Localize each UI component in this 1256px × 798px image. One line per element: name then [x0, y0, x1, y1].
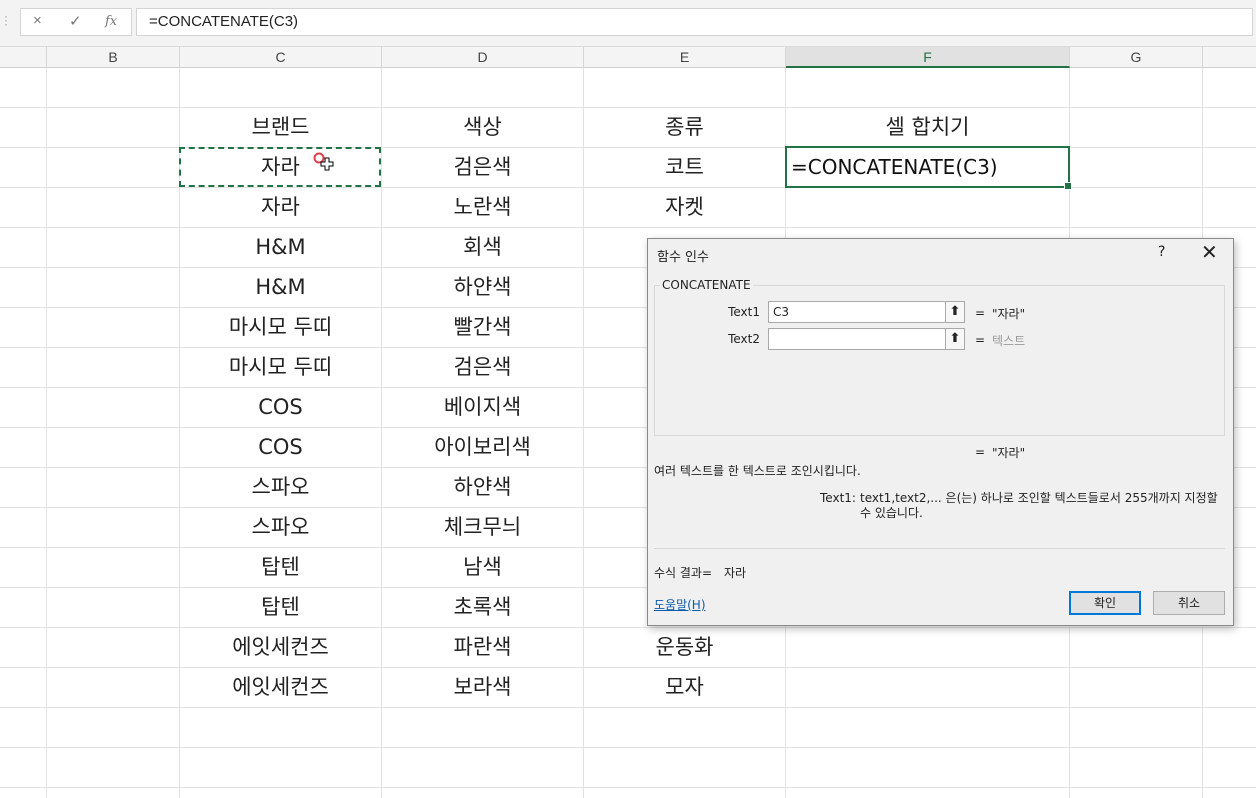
arg-help-label: Text1: — [820, 491, 856, 505]
cell-e-row-16[interactable]: 모자 — [584, 667, 785, 707]
overall-equals: = — [975, 445, 986, 459]
cell-e-row-2[interactable]: 종류 — [584, 107, 785, 147]
cell-c-row-13[interactable]: 탑텐 — [180, 547, 381, 587]
cell-c-row-7[interactable]: 마시모 두띠 — [180, 307, 381, 347]
cell-f-row-2[interactable]: 셀 합치기 — [786, 107, 1069, 147]
cell-d-row-4[interactable]: 노란색 — [382, 187, 583, 227]
function-arguments-dialog: 함수 인수 ? ✕ CONCATENATE Text1 C3 ⬆ = "자라" … — [647, 238, 1234, 626]
cell-d-row-16[interactable]: 보라색 — [382, 667, 583, 707]
text1-result: "자라" — [992, 307, 1026, 321]
cell-d-row-14[interactable]: 초록색 — [382, 587, 583, 627]
cell-c-row-16[interactable]: 에잇세컨즈 — [180, 667, 381, 707]
cursor-icon — [313, 152, 334, 171]
help-icon[interactable]: ? — [1158, 244, 1165, 260]
arg-help-text: text1,text2,... 은(는) 하나로 조인할 텍스트들로서 255개… — [860, 491, 1218, 520]
row-gridline — [0, 707, 1256, 708]
text1-input[interactable]: C3 — [768, 301, 964, 323]
fill-handle[interactable] — [1064, 182, 1072, 190]
cell-c-row-6[interactable]: H&M — [180, 267, 381, 307]
text2-result: 텍스트 — [992, 334, 1026, 348]
fx-icon[interactable]: fx — [105, 14, 117, 29]
cancel-icon[interactable]: × — [33, 12, 42, 29]
cell-c-row-5[interactable]: H&M — [180, 227, 381, 267]
cell-d-row-2[interactable]: 색상 — [382, 107, 583, 147]
close-icon[interactable]: ✕ — [1201, 240, 1218, 264]
cell-c-row-14[interactable]: 탑텐 — [180, 587, 381, 627]
cell-e-row-4[interactable]: 자켓 — [584, 187, 785, 227]
column-header-f[interactable]: F — [786, 47, 1070, 68]
cell-c-row-8[interactable]: 마시모 두띠 — [180, 347, 381, 387]
cell-d-row-3[interactable]: 검은색 — [382, 147, 583, 187]
divider — [654, 548, 1225, 549]
cell-d-row-6[interactable]: 하얀색 — [382, 267, 583, 307]
column-gridline — [46, 68, 47, 798]
function-description: 여러 텍스트를 한 텍스트로 조인시킵니다. — [654, 464, 861, 478]
column-header-c[interactable]: C — [180, 47, 382, 68]
cell-d-row-13[interactable]: 남색 — [382, 547, 583, 587]
active-cell-text: =CONCATENATE(C3) — [791, 155, 998, 179]
cell-d-row-9[interactable]: 베이지색 — [382, 387, 583, 427]
cell-c-row-4[interactable]: 자라 — [180, 187, 381, 227]
cell-c-row-12[interactable]: 스파오 — [180, 507, 381, 547]
grip-handle[interactable]: · · · — [4, 10, 8, 30]
cell-d-row-15[interactable]: 파란색 — [382, 627, 583, 667]
formula-result-label: 수식 결과= — [654, 566, 713, 580]
cell-c-row-10[interactable]: COS — [180, 427, 381, 467]
cell-c-row-2[interactable]: 브랜드 — [180, 107, 381, 147]
text2-equals: = — [975, 333, 986, 347]
cell-f-row-4[interactable] — [786, 187, 1069, 227]
function-name-label: CONCATENATE — [660, 278, 753, 292]
cancel-button[interactable]: 취소 — [1153, 591, 1225, 615]
text1-equals: = — [975, 306, 986, 320]
column-header-b[interactable]: B — [47, 47, 180, 68]
cell-f-row-15[interactable] — [786, 627, 1069, 667]
row-gridline — [0, 747, 1256, 748]
text2-input[interactable] — [768, 328, 964, 350]
formula-input[interactable]: =CONCATENATE(C3) — [136, 8, 1253, 36]
cell-d-row-8[interactable]: 검은색 — [382, 347, 583, 387]
cell-c-row-15[interactable]: 에잇세컨즈 — [180, 627, 381, 667]
formula-result-value: 자라 — [724, 566, 747, 580]
formula-bar: · · · × ✓ fx =CONCATENATE(C3) — [0, 0, 1256, 46]
active-cell-f3[interactable]: =CONCATENATE(C3) — [785, 146, 1072, 190]
enter-icon[interactable]: ✓ — [69, 12, 82, 30]
cell-e-row-3[interactable]: 코트 — [584, 147, 785, 187]
cell-d-row-12[interactable]: 체크무늬 — [382, 507, 583, 547]
help-link[interactable]: 도움말(H) — [654, 596, 706, 613]
referenced-cell-marquee — [179, 147, 381, 187]
column-header-d[interactable]: D — [382, 47, 584, 68]
formula-buttons: × ✓ fx — [20, 8, 132, 36]
dialog-title: 함수 인수 — [657, 250, 709, 265]
text2-collapse-button[interactable]: ⬆ — [945, 328, 965, 350]
column-header-e[interactable]: E — [584, 47, 786, 68]
text1-collapse-button[interactable]: ⬆ — [945, 301, 965, 323]
cell-d-row-11[interactable]: 하얀색 — [382, 467, 583, 507]
cell-c-row-11[interactable]: 스파오 — [180, 467, 381, 507]
cell-d-row-10[interactable]: 아이보리색 — [382, 427, 583, 467]
cell-f-row-16[interactable] — [786, 667, 1069, 707]
cell-e-row-15[interactable]: 운동화 — [584, 627, 785, 667]
cell-c-row-9[interactable]: COS — [180, 387, 381, 427]
text1-label: Text1 — [728, 305, 760, 319]
column-header-bar: B C D E F G — [0, 46, 1256, 68]
cell-d-row-7[interactable]: 빨간색 — [382, 307, 583, 347]
column-header-h[interactable] — [1203, 47, 1256, 68]
text2-label: Text2 — [728, 332, 760, 346]
overall-result: "자라" — [992, 446, 1026, 460]
column-header-g[interactable]: G — [1070, 47, 1203, 68]
column-header-a[interactable] — [0, 47, 47, 68]
cell-d-row-5[interactable]: 회색 — [382, 227, 583, 267]
ok-button[interactable]: 확인 — [1069, 591, 1141, 615]
row-gridline — [0, 787, 1256, 788]
